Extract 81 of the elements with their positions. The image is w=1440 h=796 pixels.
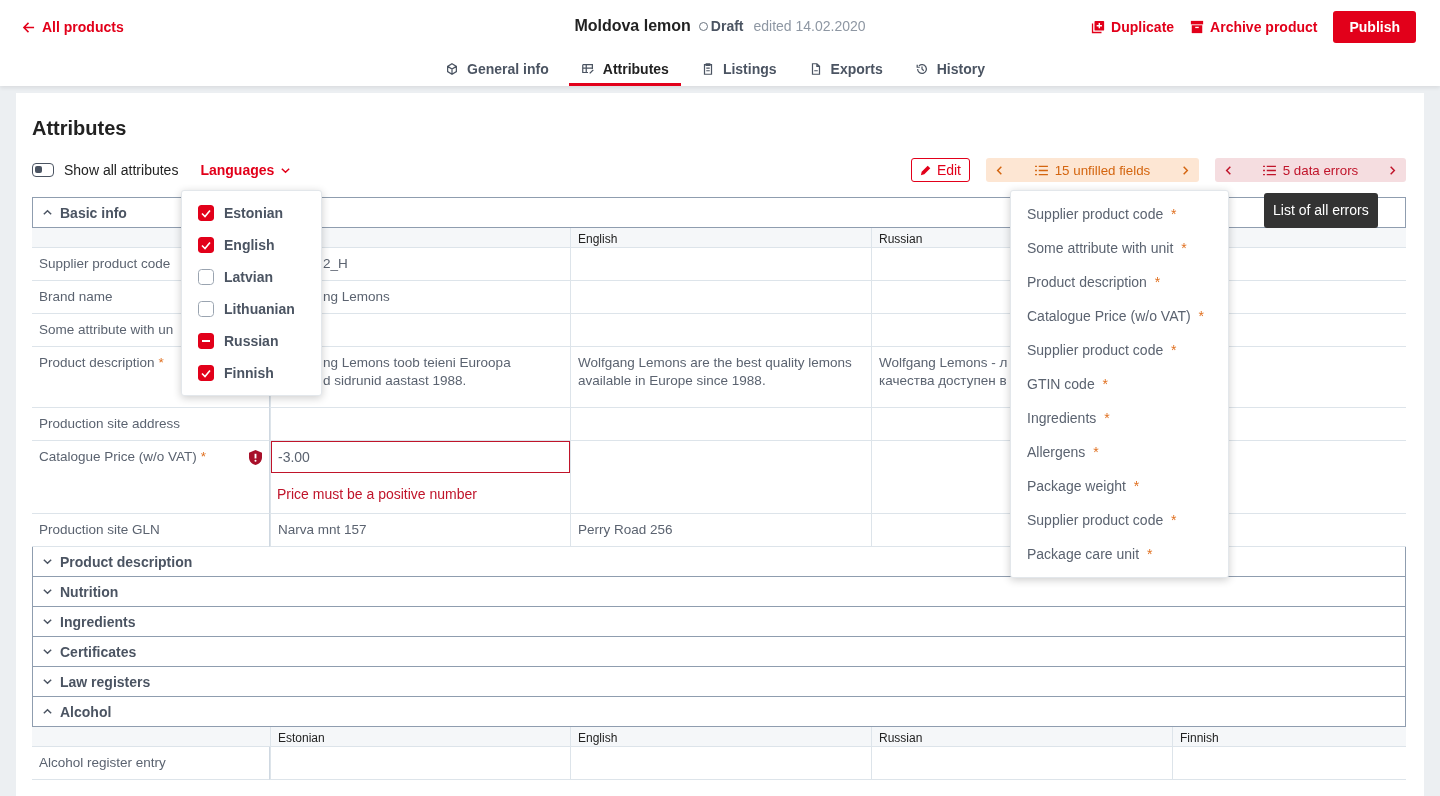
data-errors-button[interactable]: 5 data errors xyxy=(1262,162,1359,178)
table-cell: Wolfgang Lemons are the best quality lemons available in Europe since 1988. xyxy=(570,347,871,408)
attribute-label: Production site GLN xyxy=(39,521,160,539)
tab[interactable]: History xyxy=(902,54,997,86)
required-mark: * xyxy=(158,354,164,372)
header-cell: Finnish xyxy=(1172,727,1406,747)
duplicate-button[interactable]: Duplicate xyxy=(1091,19,1175,35)
attribute-label: Catalogue Price (w/o VAT) xyxy=(39,448,197,466)
edited-date: edited 14.02.2020 xyxy=(753,18,866,34)
section-header[interactable]: Nutrition xyxy=(32,576,1406,607)
required-mark: * xyxy=(200,448,207,466)
publish-button[interactable]: Publish xyxy=(1333,11,1416,43)
back-link[interactable]: All products xyxy=(22,19,124,35)
toggle-label: Show all attributes xyxy=(64,162,179,178)
chevron-down-icon xyxy=(42,646,53,657)
chevron-down-icon xyxy=(42,586,53,597)
header-cell: Russian xyxy=(871,727,1172,747)
tab[interactable]: General info xyxy=(433,54,561,86)
menu-item[interactable]: Catalogue Price (w/o VAT) * xyxy=(1011,299,1228,333)
toggle-switch[interactable] xyxy=(32,163,54,177)
chevron-right-icon xyxy=(1387,164,1398,176)
archive-box-icon xyxy=(1190,20,1205,34)
attribute-label: Supplier product code xyxy=(39,255,171,273)
history-icon xyxy=(914,61,929,76)
attribute-label: Production site address xyxy=(39,415,181,433)
page-title: Attributes xyxy=(32,117,128,140)
previous-button[interactable] xyxy=(994,164,1005,176)
chevron-up-icon xyxy=(42,706,53,717)
header-cell: English xyxy=(570,228,871,248)
attribute-label: Brand name xyxy=(39,288,113,306)
next-button[interactable] xyxy=(1180,164,1191,176)
tab[interactable]: Listings xyxy=(688,54,789,86)
menu-item[interactable]: Allergens * xyxy=(1011,435,1228,469)
tooltip: List of all errors xyxy=(1264,193,1378,228)
cube-icon xyxy=(445,61,460,76)
chevron-left-icon xyxy=(994,164,1005,176)
language-option[interactable]: Russian xyxy=(224,333,279,349)
attribute-label: Product description xyxy=(39,354,155,372)
attribute-label: Alcohol register entry xyxy=(39,754,166,772)
chevron-down-icon xyxy=(42,616,53,627)
tab[interactable]: Attributes xyxy=(568,54,681,86)
language-option[interactable]: Latvian xyxy=(224,269,273,285)
archive-button[interactable]: Archive product xyxy=(1190,19,1318,35)
checkbox[interactable] xyxy=(198,205,214,221)
menu-item[interactable]: Product description * xyxy=(1011,265,1228,299)
menu-item[interactable]: Supplier product code * xyxy=(1011,197,1228,231)
section-header[interactable]: Certificates xyxy=(32,636,1406,667)
languages-dropdown[interactable]: Languages xyxy=(200,162,292,178)
chevron-left-icon xyxy=(1223,164,1234,176)
checkbox[interactable] xyxy=(198,301,214,317)
product-title: Moldova lemon xyxy=(574,17,691,35)
header-cell: English xyxy=(570,727,871,747)
section-header[interactable]: Law registers xyxy=(32,666,1406,697)
error-message: Price must be a positive number xyxy=(276,485,478,504)
section-header[interactable]: Alcohol xyxy=(32,696,1406,727)
edit-button[interactable]: Edit xyxy=(910,158,970,182)
price-field[interactable]: -3.00 xyxy=(271,441,570,473)
language-option[interactable]: Estonian xyxy=(224,205,284,221)
next-button[interactable] xyxy=(1387,164,1398,176)
list-icon xyxy=(1034,164,1048,176)
chevron-down-icon xyxy=(42,676,53,687)
tab[interactable]: Exports xyxy=(796,54,895,86)
previous-button[interactable] xyxy=(1223,164,1234,176)
list-icon xyxy=(1262,164,1276,176)
status-label: Draft xyxy=(698,18,744,34)
attribute-label: Some attribute with un xyxy=(39,321,174,339)
duplicate-icon xyxy=(1091,20,1106,34)
checkbox[interactable] xyxy=(198,333,214,349)
chevron-up-icon xyxy=(42,207,53,218)
table-icon xyxy=(580,61,595,76)
pencil-icon xyxy=(919,164,932,176)
menu-item[interactable]: Supplier product code * xyxy=(1011,503,1228,537)
checkbox[interactable] xyxy=(198,269,214,285)
menu-item[interactable]: Package weight * xyxy=(1011,469,1228,503)
header-cell: Estonian xyxy=(270,727,570,747)
checkbox[interactable] xyxy=(198,237,214,253)
checkbox[interactable] xyxy=(198,365,214,381)
section-header[interactable]: Ingredients xyxy=(32,606,1406,637)
arrow-left-icon xyxy=(22,20,35,34)
chevron-down-icon xyxy=(42,556,53,567)
chevron-right-icon xyxy=(1180,164,1191,176)
